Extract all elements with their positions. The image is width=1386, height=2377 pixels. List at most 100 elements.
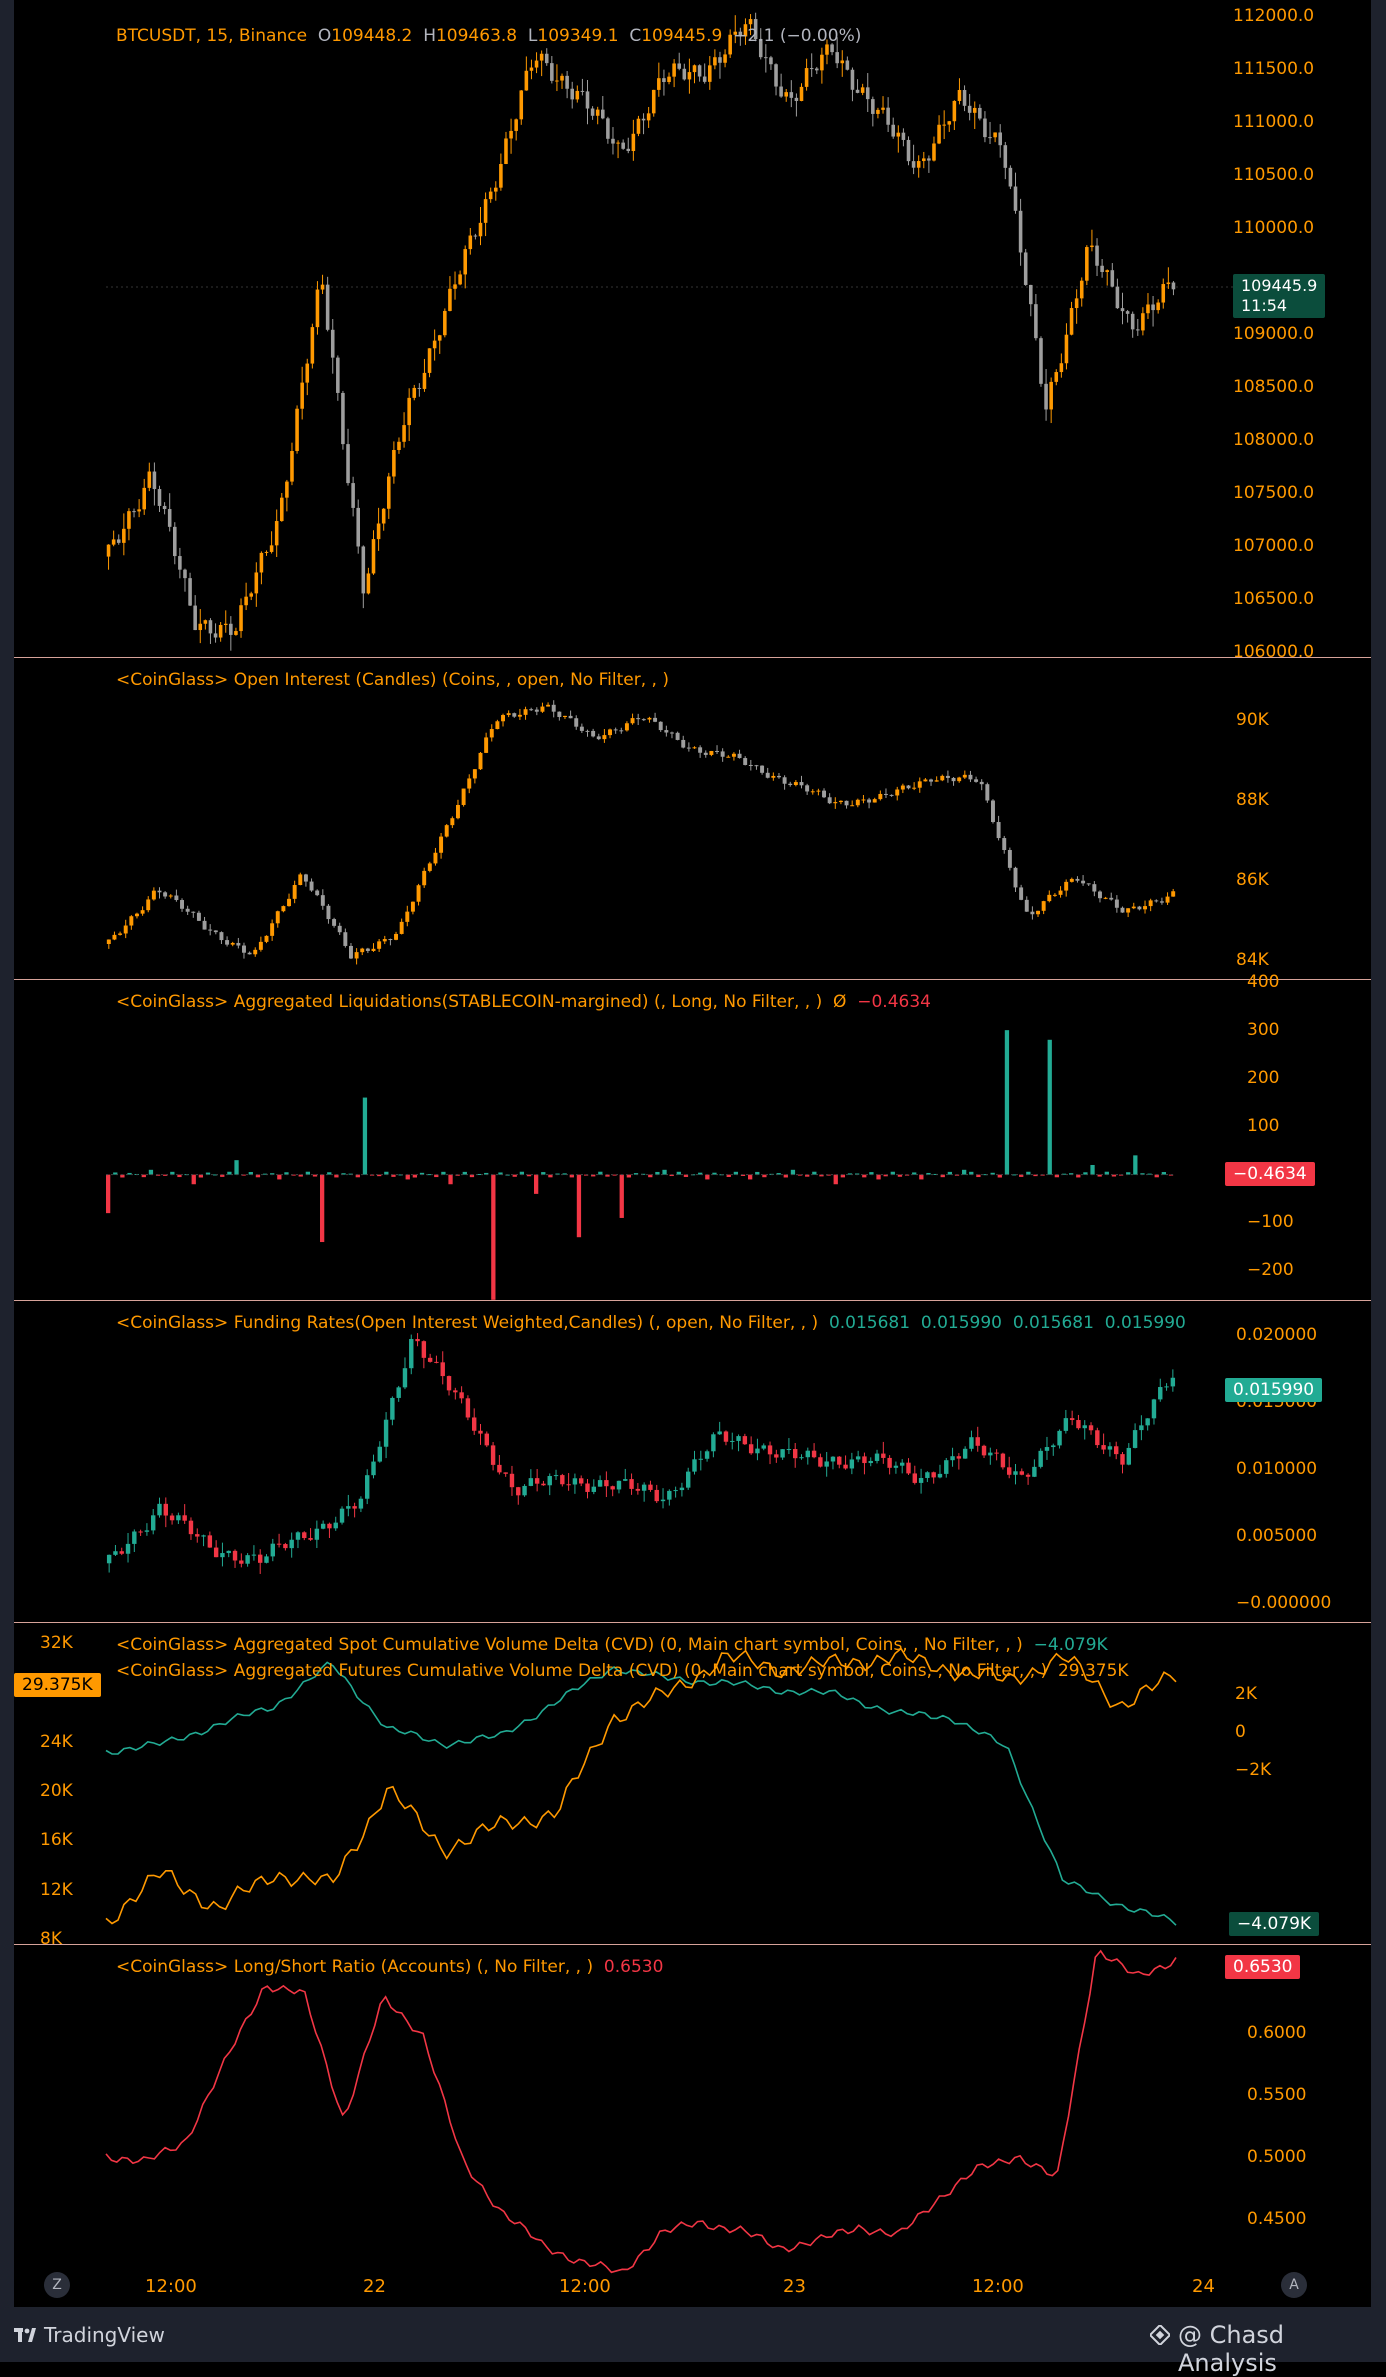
oi-candle [731,753,736,757]
log-scale-button[interactable]: Z [44,2272,70,2298]
price-candle [453,284,457,289]
funding-candle [881,1453,886,1458]
funding-candle [327,1523,332,1529]
oi-candle [1103,897,1108,899]
funding-candle [579,1478,584,1484]
funding-candle [484,1433,489,1446]
funding-candle [906,1462,911,1474]
price-pane[interactable]: BTCUSDT, 15, Binance O109448.2 H109463.8… [14,0,1371,662]
price-tick: 106500.0 [1233,589,1315,609]
funding-candle [472,1417,477,1431]
price-candle [962,90,967,106]
oi-candle [230,942,235,945]
oi-candle [765,772,770,778]
price-candle [560,75,564,81]
funding-candle [459,1392,464,1399]
oi-candle [551,704,556,712]
oi-candle [985,784,990,801]
funding-pane[interactable]: <CoinGlass> Funding Rates(Open Interest … [14,1301,1371,1623]
change-value: −2.1 (−0.00%) [733,26,862,46]
funding-candle [339,1508,345,1523]
funding-candle [534,1478,540,1484]
oi-candle [377,941,382,949]
oi-candle [692,747,697,749]
funding-candle [774,1454,779,1458]
liquidation-bar [191,1174,196,1185]
price-candle [443,310,447,336]
price-candle [799,86,804,101]
price-candle [417,387,422,389]
oi-candle [737,753,742,759]
oi-candle [174,895,179,901]
cvd-pane[interactable]: <CoinGlass> Aggregated Spot Cumulative V… [14,1623,1371,1949]
auto-scale-button[interactable]: A [1281,2272,1307,2298]
funding-candle [415,1339,420,1342]
oi-candle [484,737,489,753]
funding-candle [912,1473,917,1483]
price-candle [947,121,952,125]
oi-candle [309,881,314,891]
funding-close: 0.015990 [1104,1313,1186,1333]
price-candle [310,327,315,364]
price-tick: 107000.0 [1233,536,1315,556]
long-short-pane[interactable]: <CoinGlass> Long/Short Ratio (Accounts) … [14,1945,1371,2274]
time-axis[interactable]: Z 12:00 22 12:00 23 12:00 24 A [14,2262,1371,2307]
oi-candle [337,925,342,933]
funding-legend: <CoinGlass> Funding Rates(Open Interest … [116,1313,1186,1333]
oi-candle [929,779,933,782]
oi-candle [1013,867,1018,888]
cvd-spot-legend-text: <CoinGlass> Aggregated Spot Cumulative V… [116,1635,1023,1655]
oi-candle [760,765,765,773]
open-interest-pane[interactable]: <CoinGlass> Open Interest (Candles) (Coi… [14,658,1371,980]
price-candle [1039,338,1043,384]
price-candle [590,108,595,116]
price-candle [132,511,136,513]
funding-candle [1069,1418,1075,1421]
binance-logo-icon [1150,2325,1170,2345]
funding-candle [900,1462,905,1466]
price-candle [932,143,936,161]
oi-candle [1137,906,1142,910]
funding-candle [736,1436,741,1441]
oi-candle [168,895,173,897]
oi-candle [957,777,962,782]
price-candle [274,521,279,546]
oi-candle [444,825,449,837]
price-candle [1136,329,1140,331]
price-candle [1064,334,1069,364]
price-candle [544,53,549,64]
tradingview-brand[interactable]: TradingView [44,2323,165,2347]
price-candle [351,483,355,508]
oi-candle [602,735,607,740]
oi-candle [720,751,725,757]
cvd-futures-legend: <CoinGlass> Aggregated Futures Cumulativ… [116,1661,1129,1681]
funding-candle [937,1473,943,1478]
price-candle [957,90,962,101]
price-candle [122,528,126,543]
chart-area[interactable]: BTCUSDT, 15, Binance O109448.2 H109463.8… [14,0,1371,2307]
price-candle [223,623,228,625]
price-candle [346,444,350,484]
price-candle [371,539,376,574]
funding-candle [799,1457,804,1459]
last-price-badge: 109445.9 11:54 [1233,274,1326,318]
price-candle [794,97,799,101]
price-candle [585,91,590,109]
oi-candle [991,800,995,823]
funding-candle [711,1434,716,1452]
oi-legend: <CoinGlass> Open Interest (Candles) (Coi… [116,670,669,690]
funding-candle [868,1460,873,1464]
oi-candle [275,911,280,924]
price-candle [478,222,483,237]
price-candle [550,63,554,81]
price-candle [488,191,493,200]
time-tick: 12:00 [972,2276,1024,2297]
cvd-futures-badge: 29.375K [14,1673,101,1697]
oi-candle [405,911,410,922]
oi-candle [1064,881,1069,891]
oi-candle [546,704,551,707]
liquidations-pane[interactable]: <CoinGlass> Aggregated Liquidations(STAB… [14,972,1371,1301]
funding-candle [560,1475,565,1485]
price-candle [249,593,253,597]
liquidation-bar [277,1174,282,1180]
